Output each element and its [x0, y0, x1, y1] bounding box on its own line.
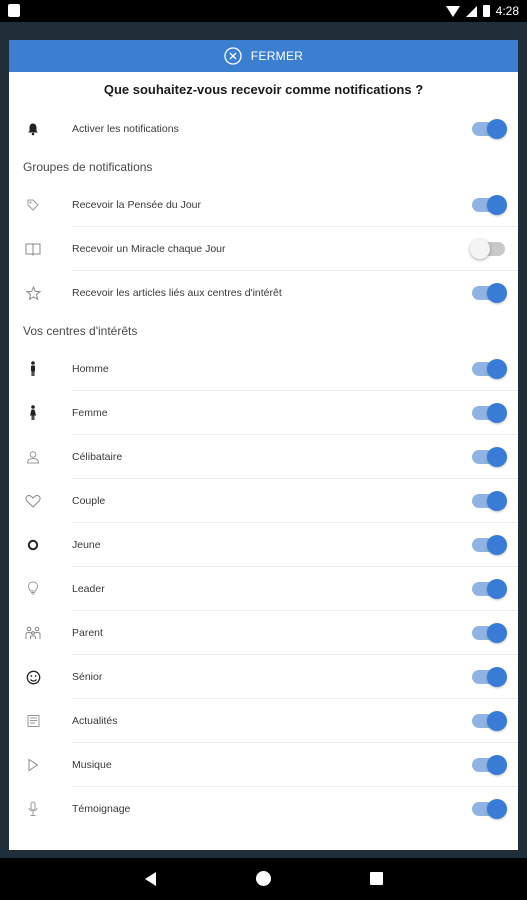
interest-label: Couple — [72, 495, 106, 507]
close-circle-icon — [224, 47, 242, 65]
interest-row-temoignage: Témoignage — [9, 787, 518, 831]
toggle-knob — [487, 579, 507, 599]
interest-row-actualites: Actualités — [9, 699, 518, 743]
interest-row-jeune: Jeune — [9, 523, 518, 567]
interests-section-header: Vos centres d'intérêts — [23, 324, 138, 338]
interest-row-couple: Couple — [9, 479, 518, 523]
group-label: Recevoir les articles liés aux centres d… — [72, 287, 282, 299]
group-toggle-articles[interactable] — [472, 283, 507, 303]
group-row-pensee: Recevoir la Pensée du Jour — [9, 183, 518, 227]
toggle-knob — [487, 799, 507, 819]
group-toggle-miracle[interactable] — [470, 239, 505, 259]
group-label: Recevoir un Miracle chaque Jour — [72, 243, 226, 255]
status-bar: 4:28 — [0, 0, 527, 22]
enable-notifications-toggle[interactable] — [472, 119, 507, 139]
enable-notifications-label: Activer les notifications — [72, 123, 179, 135]
interest-toggle-senior[interactable] — [472, 667, 507, 687]
star-icon — [24, 284, 42, 302]
toggle-knob — [487, 491, 507, 511]
book-icon — [24, 240, 42, 258]
interest-toggle-couple[interactable] — [472, 491, 507, 511]
person-icon — [24, 448, 42, 466]
circle-icon — [24, 536, 42, 554]
back-icon[interactable] — [145, 872, 156, 886]
close-button[interactable]: FERMER — [9, 40, 518, 72]
interest-label: Actualités — [72, 715, 118, 727]
groups-section-header: Groupes de notifications — [23, 160, 153, 174]
interest-label: Musique — [72, 759, 112, 771]
battery-icon — [482, 5, 490, 17]
group-toggle-pensee[interactable] — [472, 195, 507, 215]
interest-label: Célibataire — [72, 451, 123, 463]
interest-label: Témoignage — [72, 803, 131, 815]
notification-settings-dialog: FERMER Que souhaitez-vous recevoir comme… — [9, 40, 518, 850]
interest-toggle-actualites[interactable] — [472, 711, 507, 731]
interest-label: Homme — [72, 363, 109, 375]
interest-label: Sénior — [72, 671, 103, 683]
interest-label: Leader — [72, 583, 105, 595]
notification-icon — [8, 4, 20, 17]
toggle-knob — [487, 711, 507, 731]
woman-icon — [24, 404, 42, 422]
toggle-knob — [487, 359, 507, 379]
group-row-articles: Recevoir les articles liés aux centres d… — [9, 271, 518, 315]
family-icon — [24, 624, 42, 642]
interest-row-parent: Parent — [9, 611, 518, 655]
android-nav-bar — [0, 858, 527, 900]
toggle-knob — [487, 755, 507, 775]
interest-label: Femme — [72, 407, 108, 419]
toggle-knob — [487, 623, 507, 643]
man-icon — [24, 360, 42, 378]
newspaper-icon — [24, 712, 42, 730]
interest-toggle-jeune[interactable] — [472, 535, 507, 555]
microphone-icon — [24, 800, 42, 818]
interest-label: Parent — [72, 627, 103, 639]
enable-notifications-row: Activer les notifications — [9, 107, 518, 151]
interest-toggle-femme[interactable] — [472, 403, 507, 423]
close-label: FERMER — [250, 49, 304, 63]
play-icon — [24, 756, 42, 774]
interest-toggle-temoignage[interactable] — [472, 799, 507, 819]
dialog-title: Que souhaitez-vous recevoir comme notifi… — [103, 82, 424, 97]
interest-row-musique: Musique — [9, 743, 518, 787]
interest-row-homme: Homme — [9, 347, 518, 391]
status-icons: 4:28 — [445, 2, 519, 20]
toggle-knob — [487, 667, 507, 687]
toggle-knob — [487, 283, 507, 303]
interest-toggle-parent[interactable] — [472, 623, 507, 643]
interest-row-celibataire: Célibataire — [9, 435, 518, 479]
home-icon[interactable] — [256, 871, 271, 886]
recent-apps-icon[interactable] — [370, 872, 383, 885]
interest-toggle-celibataire[interactable] — [472, 447, 507, 467]
toggle-knob — [487, 535, 507, 555]
interest-toggle-leader[interactable] — [472, 579, 507, 599]
interest-row-femme: Femme — [9, 391, 518, 435]
interest-toggle-homme[interactable] — [472, 359, 507, 379]
heart-icon — [24, 492, 42, 510]
interest-label: Jeune — [72, 539, 101, 551]
toggle-knob — [487, 447, 507, 467]
toggle-knob — [470, 239, 490, 259]
interest-row-leader: Leader — [9, 567, 518, 611]
toggle-knob — [487, 403, 507, 423]
status-time: 4:28 — [495, 4, 519, 18]
wifi-icon — [445, 5, 460, 17]
group-row-miracle: Recevoir un Miracle chaque Jour — [9, 227, 518, 271]
interest-toggle-musique[interactable] — [472, 755, 507, 775]
interest-row-senior: Sénior — [9, 655, 518, 699]
signal-icon — [465, 5, 477, 17]
smiley-icon — [24, 668, 42, 686]
toggle-knob — [487, 119, 507, 139]
tag-icon — [24, 196, 42, 214]
toggle-knob — [487, 195, 507, 215]
bell-icon — [24, 120, 42, 138]
group-label: Recevoir la Pensée du Jour — [72, 199, 201, 211]
lightbulb-icon — [24, 580, 42, 598]
